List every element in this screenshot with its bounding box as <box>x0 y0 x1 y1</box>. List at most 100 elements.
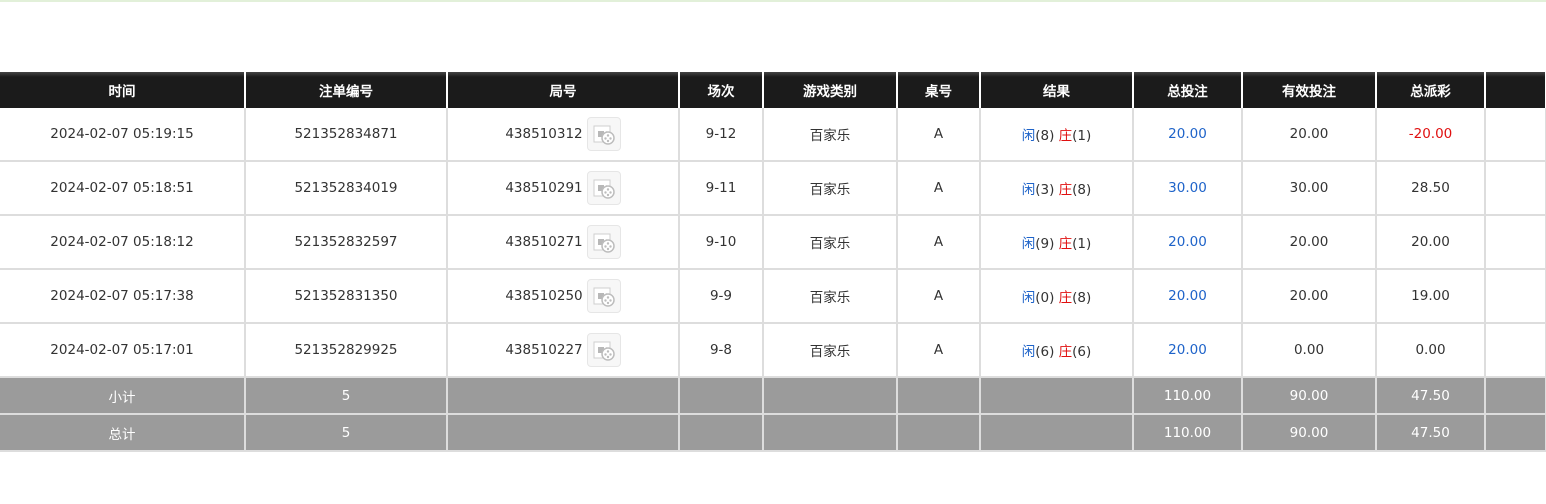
replay-video-button[interactable] <box>586 225 621 259</box>
header-table-no: 桌号 <box>897 72 981 108</box>
table-row: 2024-02-07 05:18:12 521352832597 4385102… <box>0 215 1546 270</box>
total-bet: 30.00 <box>1133 161 1243 216</box>
valid-bet: 30.00 <box>1242 161 1377 216</box>
banker-score: (8) <box>1072 182 1092 198</box>
bet-records-table: 时间 注单编号 局号 场次 游戏类别 桌号 结果 总投注 有效投注 总派彩 20… <box>0 72 1546 452</box>
video-replay-icon <box>593 287 615 307</box>
total-payout: 0.00 <box>1376 323 1486 378</box>
replay-video-button[interactable] <box>586 171 621 205</box>
replay-video-button[interactable] <box>586 333 621 367</box>
table-number: A <box>897 323 981 378</box>
player-score: (0) <box>1035 290 1055 306</box>
shoe-number: 9-9 <box>679 269 764 324</box>
table-row: 2024-02-07 05:19:15 521352834871 4385103… <box>0 108 1546 162</box>
header-result: 结果 <box>980 72 1134 108</box>
subtotal-total-bet: 110.00 <box>1133 377 1243 415</box>
table-number: A <box>897 269 981 324</box>
extra-cell <box>1485 108 1546 162</box>
total-payout: 28.50 <box>1376 161 1486 216</box>
round-id-cell: 438510227 <box>447 323 680 378</box>
player-score: (3) <box>1035 182 1055 198</box>
game-type: 百家乐 <box>763 323 898 378</box>
extra-cell <box>1485 215 1546 270</box>
video-replay-icon <box>593 341 615 361</box>
result: 闲(3) 庄(8) <box>980 161 1134 216</box>
video-replay-icon <box>593 233 615 253</box>
valid-bet: 20.00 <box>1242 269 1377 324</box>
banker-score: (1) <box>1072 128 1092 144</box>
shoe-number: 9-11 <box>679 161 764 216</box>
top-divider <box>0 0 1546 2</box>
grand-total-valid-bet: 90.00 <box>1242 414 1377 452</box>
total-bet: 20.00 <box>1133 323 1243 378</box>
banker-score: (1) <box>1072 236 1092 252</box>
result: 闲(8) 庄(1) <box>980 108 1134 162</box>
replay-video-button[interactable] <box>586 279 621 313</box>
table-header-row: 时间 注单编号 局号 场次 游戏类别 桌号 结果 总投注 有效投注 总派彩 <box>0 72 1546 108</box>
replay-video-button[interactable] <box>586 117 621 151</box>
total-payout: 20.00 <box>1376 215 1486 270</box>
extra-cell <box>1485 323 1546 378</box>
player-label: 闲 <box>1021 128 1036 144</box>
player-label: 闲 <box>1021 182 1036 198</box>
subtotal-valid-bet: 90.00 <box>1242 377 1377 415</box>
banker-label: 庄 <box>1058 344 1073 360</box>
shoe-number: 9-10 <box>679 215 764 270</box>
bet-time: 2024-02-07 05:17:38 <box>0 269 246 324</box>
table-number: A <box>897 215 981 270</box>
video-replay-icon <box>593 125 615 145</box>
banker-label: 庄 <box>1058 182 1073 198</box>
header-time: 时间 <box>0 72 246 108</box>
bet-id: 521352832597 <box>245 215 448 270</box>
shoe-number: 9-8 <box>679 323 764 378</box>
round-id-cell: 438510250 <box>447 269 680 324</box>
header-extra <box>1485 72 1546 108</box>
valid-bet: 0.00 <box>1242 323 1377 378</box>
bet-time: 2024-02-07 05:18:51 <box>0 161 246 216</box>
table-number: A <box>897 108 981 162</box>
round-id-cell: 438510271 <box>447 215 680 270</box>
round-id: 438510250 <box>505 288 583 304</box>
result: 闲(6) 庄(6) <box>980 323 1134 378</box>
player-label: 闲 <box>1021 290 1036 306</box>
round-id: 438510291 <box>505 180 583 196</box>
grand-total-row: 总计 5 110.00 90.00 47.50 <box>0 414 1546 452</box>
banker-label: 庄 <box>1058 236 1073 252</box>
result: 闲(0) 庄(8) <box>980 269 1134 324</box>
player-label: 闲 <box>1021 236 1036 252</box>
table-row: 2024-02-07 05:18:51 521352834019 4385102… <box>0 161 1546 216</box>
banker-score: (6) <box>1072 344 1092 360</box>
grand-total-payout: 47.50 <box>1376 414 1486 452</box>
valid-bet: 20.00 <box>1242 215 1377 270</box>
total-bet: 20.00 <box>1133 215 1243 270</box>
grand-total-count: 5 <box>245 414 448 452</box>
bet-time: 2024-02-07 05:19:15 <box>0 108 246 162</box>
game-type: 百家乐 <box>763 269 898 324</box>
header-shoe: 场次 <box>679 72 764 108</box>
subtotal-label: 小计 <box>0 377 246 415</box>
player-score: (9) <box>1035 236 1055 252</box>
result: 闲(9) 庄(1) <box>980 215 1134 270</box>
player-label: 闲 <box>1021 344 1036 360</box>
game-type: 百家乐 <box>763 215 898 270</box>
grand-total-label: 总计 <box>0 414 246 452</box>
header-valid-bet: 有效投注 <box>1242 72 1377 108</box>
total-bet: 20.00 <box>1133 269 1243 324</box>
extra-cell <box>1485 269 1546 324</box>
total-payout: -20.00 <box>1376 108 1486 162</box>
bet-id: 521352834019 <box>245 161 448 216</box>
player-score: (8) <box>1035 128 1055 144</box>
extra-cell <box>1485 161 1546 216</box>
subtotal-count: 5 <box>245 377 448 415</box>
video-replay-icon <box>593 179 615 199</box>
game-type: 百家乐 <box>763 108 898 162</box>
banker-label: 庄 <box>1058 128 1073 144</box>
bet-id: 521352831350 <box>245 269 448 324</box>
subtotal-row: 小计 5 110.00 90.00 47.50 <box>0 377 1546 415</box>
header-round-id: 局号 <box>447 72 680 108</box>
bet-id: 521352829925 <box>245 323 448 378</box>
total-bet: 20.00 <box>1133 108 1243 162</box>
header-game-type: 游戏类别 <box>763 72 898 108</box>
table-row: 2024-02-07 05:17:01 521352829925 4385102… <box>0 323 1546 378</box>
round-id: 438510227 <box>505 342 583 358</box>
